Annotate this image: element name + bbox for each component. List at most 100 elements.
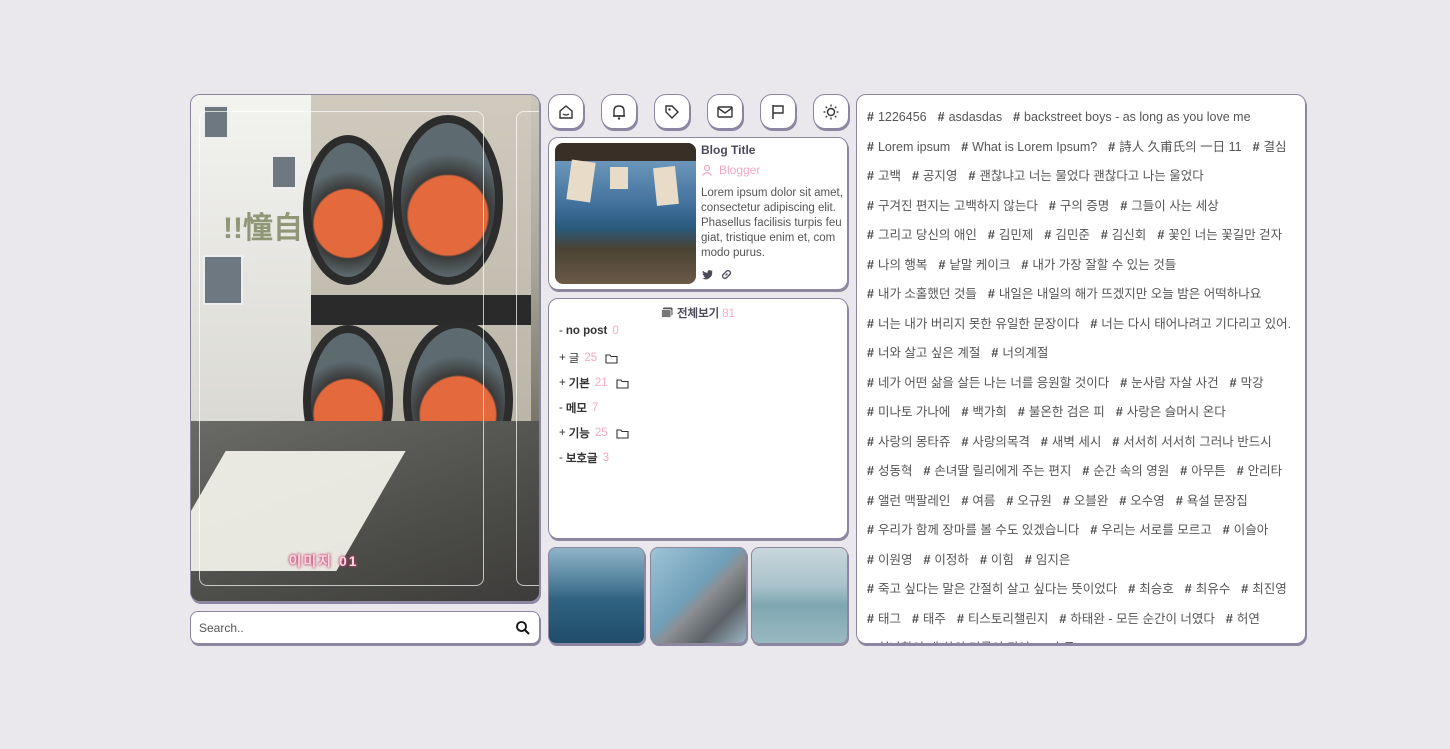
tag-link[interactable]: # 김민제 [988, 221, 1033, 251]
tag-link[interactable]: # 성동혁 [867, 457, 912, 487]
tag-link[interactable]: # 너는 내가 버리지 못한 유일한 문장이다 [867, 310, 1079, 340]
tag-link[interactable]: # 너와 살고 싶은 계절 [867, 339, 980, 369]
category-toggle[interactable]: - [559, 325, 563, 337]
tag-link[interactable]: # 그들이 사는 세상 [1120, 192, 1218, 222]
tag-link[interactable]: # 막강 [1230, 369, 1264, 399]
tag-link[interactable]: # 최승호 [1128, 575, 1173, 605]
search-input[interactable] [199, 619, 499, 637]
tag-link[interactable]: # 흐금 [1041, 634, 1075, 643]
tag-label: 흐금 [1052, 641, 1075, 643]
tag-link[interactable]: # 우리는 서로를 모르고 [1090, 516, 1211, 546]
tag-link[interactable]: # 아무튼 [1180, 457, 1225, 487]
category-toggle[interactable]: + [559, 377, 566, 389]
tag-link[interactable]: # 내가 소홀했던 것들 [867, 280, 977, 310]
tag-link[interactable]: # 이슬아 [1223, 516, 1268, 546]
category-item[interactable]: - no post 0 [559, 325, 619, 337]
category-item[interactable]: + 글 25 [559, 350, 618, 366]
tag-link[interactable]: # 서서히 서서히 그러나 반드시 [1112, 428, 1271, 458]
tag-link[interactable]: # 임지은 [1025, 546, 1070, 576]
tag-link[interactable]: # 욕설 문장집 [1176, 487, 1248, 517]
tag-link[interactable]: # What is Lorem Ipsum? [961, 133, 1097, 163]
tag-link[interactable]: # 여름 [961, 487, 995, 517]
tag-link[interactable]: # 너의계절 [991, 339, 1048, 369]
tag-link[interactable]: # 불온한 검은 피 [1018, 398, 1105, 428]
tag-label: 서서히 서서히 그러나 반드시 [1123, 434, 1272, 449]
tag-link[interactable]: # 하태완 - 모든 순간이 너였다 [1059, 605, 1215, 635]
notification-button[interactable] [601, 94, 637, 129]
tag-link[interactable]: # 나의 행복 [867, 251, 927, 281]
tag-button[interactable] [654, 94, 690, 129]
tag-link[interactable]: # 사랑의목격 [961, 428, 1029, 458]
thumbnail-sea[interactable] [548, 547, 645, 644]
tag-link[interactable]: # 내일은 내일의 해가 뜨겠지만 오늘 밤은 어떡하나요 [988, 280, 1261, 310]
tag-link[interactable]: # 네가 어떤 삶을 살든 나는 너를 응원할 것이다 [867, 369, 1109, 399]
tag-link[interactable]: # asdasdas [938, 103, 1002, 133]
tag-link[interactable]: # 내가 가장 잘할 수 있는 것들 [1021, 251, 1176, 281]
category-toggle[interactable]: - [559, 402, 563, 414]
tag-link[interactable]: # Lorem ipsum [867, 133, 950, 163]
tag-link[interactable]: # 이힘 [980, 546, 1014, 576]
tag-link[interactable]: # 새벽 세시 [1041, 428, 1101, 458]
tag-link[interactable]: # 헌나함이 내 삶의 거름이 되어 [867, 634, 1030, 643]
tag-label: 임지은 [1035, 552, 1071, 567]
tag-link[interactable]: # 미나토 가나에 [867, 398, 950, 428]
category-toggle[interactable]: + [559, 427, 566, 439]
tag-link[interactable]: # 사랑의 몽타쥬 [867, 428, 950, 458]
tag-link[interactable]: # 이정하 [923, 546, 968, 576]
tag-link[interactable]: # 김민준 [1044, 221, 1089, 251]
thumbnail-lake[interactable] [751, 547, 848, 644]
mail-button[interactable] [707, 94, 743, 129]
tag-link[interactable]: # 너는 다시 태어나려고 기다리고 있어. [1090, 310, 1291, 340]
tag-link[interactable]: # 사랑은 슬머시 온다 [1116, 398, 1226, 428]
tag-link[interactable]: # 이원영 [867, 546, 912, 576]
tag-link[interactable]: # 티스토리챌린지 [957, 605, 1048, 635]
tag-link[interactable]: # 꽃인 너는 꽃길만 걷자 [1157, 221, 1282, 251]
tag-link[interactable]: # 결심 [1253, 133, 1287, 163]
tag-link[interactable]: # 낱말 케이크 [938, 251, 1010, 281]
category-item[interactable]: + 기능 25 [559, 425, 629, 441]
category-item[interactable]: + 기본 21 [559, 375, 629, 391]
tag-link[interactable]: # 구겨진 편지는 고백하지 않는다 [867, 192, 1038, 222]
tag-link[interactable]: # 태주 [912, 605, 946, 635]
tag-link[interactable]: # 최유수 [1185, 575, 1230, 605]
tag-link[interactable]: # backstreet boys - as long as you love m… [1013, 103, 1250, 133]
tag-link[interactable]: # 김신회 [1101, 221, 1146, 251]
category-all[interactable]: 전체보기 81 [549, 305, 847, 321]
category-count: 21 [594, 377, 608, 389]
tag-link[interactable]: # 그리고 당신의 애인 [867, 221, 977, 251]
tag-link[interactable]: # 우리가 함께 장마를 볼 수도 있겠습니다 [867, 516, 1079, 546]
tag-link[interactable]: # 詩人 久甫氏의 一日 11 [1108, 133, 1241, 163]
tag-link[interactable]: # 손녀딸 릴리에게 주는 편지 [923, 457, 1071, 487]
category-item[interactable]: - 보호글 3 [559, 450, 609, 466]
hash-icon: # [911, 169, 919, 183]
link-icon[interactable] [720, 268, 733, 281]
tag-link[interactable]: # 고백 [867, 162, 901, 192]
tag-link[interactable]: #1226456 [867, 103, 927, 133]
category-toggle[interactable]: + [559, 352, 566, 364]
tag-link[interactable]: # 구의 증명 [1049, 192, 1109, 222]
tag-link[interactable]: # 최진영 [1241, 575, 1286, 605]
tag-link[interactable]: # 순간 속의 영원 [1082, 457, 1169, 487]
tag-link[interactable]: # 오규원 [1006, 487, 1051, 517]
tag-link[interactable]: # 허연 [1226, 605, 1260, 635]
thumbnail-rocks[interactable] [650, 547, 747, 644]
search-icon[interactable] [515, 620, 531, 636]
tag-link[interactable]: # 안리타 [1237, 457, 1282, 487]
category-item[interactable]: - 메모 7 [559, 400, 598, 416]
theme-toggle-button[interactable] [813, 94, 849, 129]
tag-link[interactable]: # 앨런 맥팔레인 [867, 487, 950, 517]
category-count: 25 [594, 427, 608, 439]
category-toggle[interactable]: - [559, 452, 563, 464]
tag-link[interactable]: # 오블완 [1063, 487, 1108, 517]
twitter-icon[interactable] [701, 268, 714, 281]
tag-link[interactable]: # 죽고 싶다는 말은 간절히 살고 싶다는 뜻이었다 [867, 575, 1117, 605]
tag-link[interactable]: # 괜찮냐고 너는 물었다 괜찮다고 나는 울었다 [968, 162, 1203, 192]
tag-link[interactable]: # 공지영 [912, 162, 957, 192]
tag-link[interactable]: # 오수영 [1119, 487, 1164, 517]
flag-button[interactable] [760, 94, 796, 129]
blog-title[interactable]: Blog Title [701, 143, 755, 157]
tag-link[interactable]: # 백가희 [961, 398, 1006, 428]
home-button[interactable] [548, 94, 584, 129]
tag-link[interactable]: # 눈사람 자살 사건 [1120, 369, 1218, 399]
tag-link[interactable]: # 태그 [867, 605, 901, 635]
